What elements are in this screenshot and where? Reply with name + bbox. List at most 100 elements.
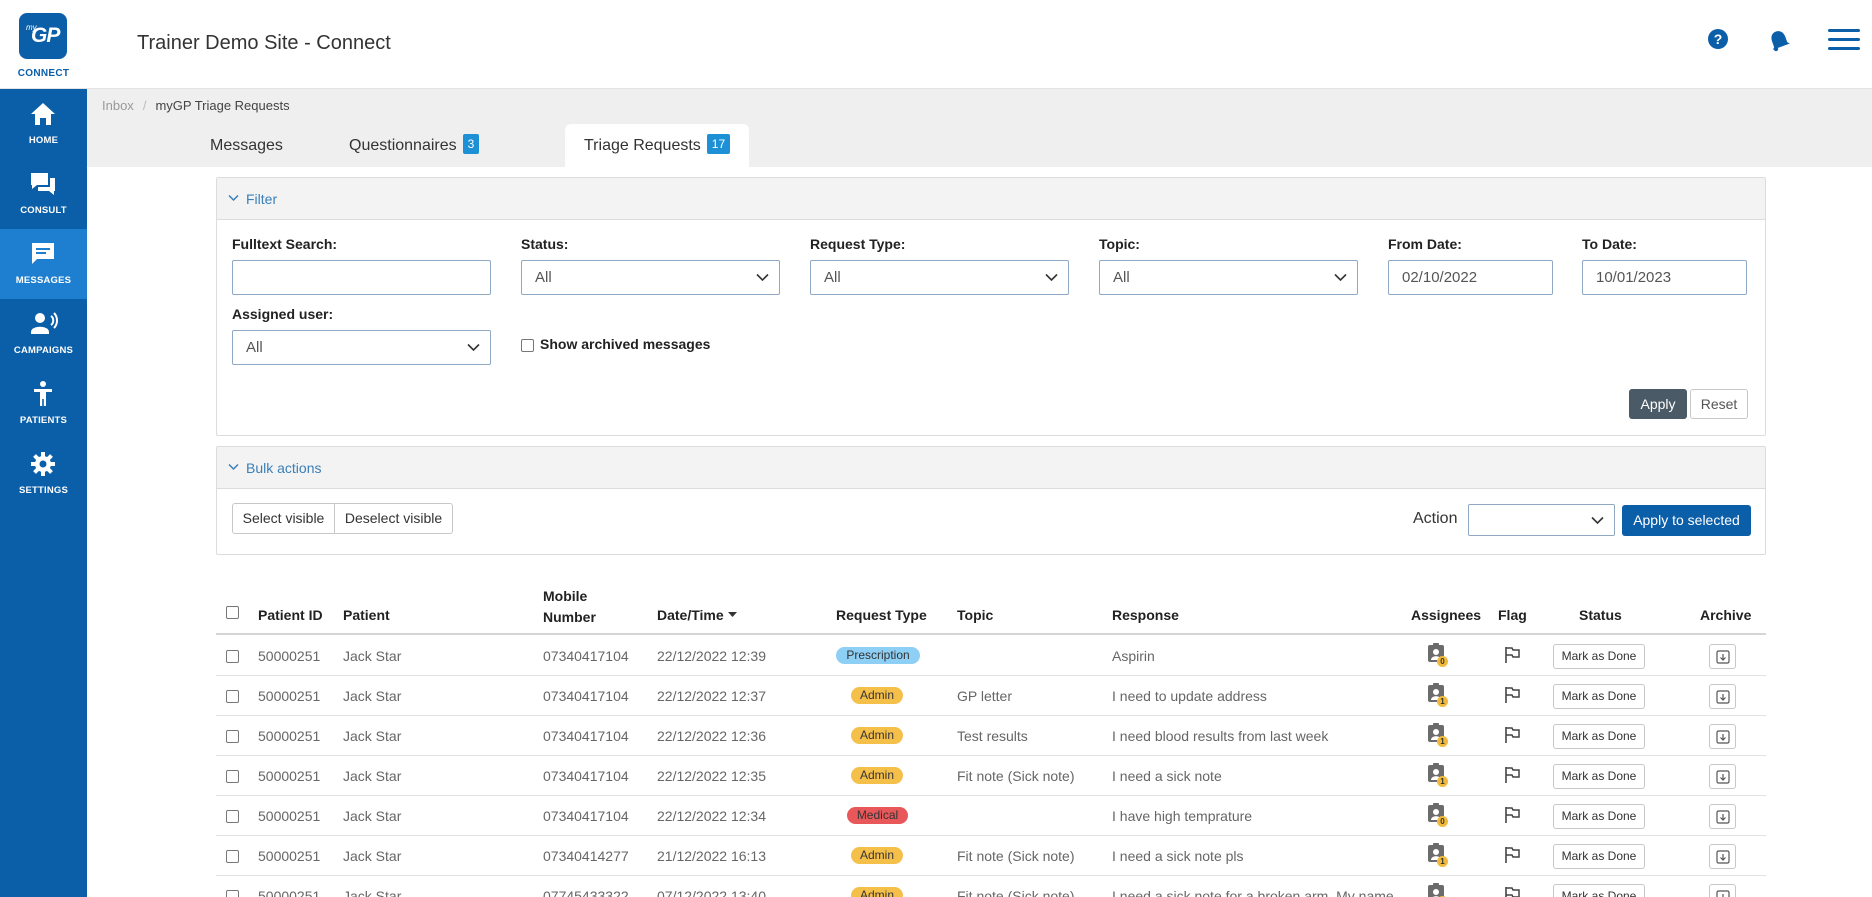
- row-checkbox[interactable]: [226, 810, 239, 823]
- deselect-visible-button[interactable]: Deselect visible: [335, 503, 453, 534]
- breadcrumb: Inbox / myGP Triage Requests: [102, 98, 290, 113]
- reset-filter-button[interactable]: Reset: [1690, 389, 1748, 419]
- flag-icon[interactable]: [1503, 806, 1521, 824]
- select-visible-button[interactable]: Select visible: [232, 503, 335, 534]
- mark-as-done-button[interactable]: Mark as Done: [1553, 764, 1645, 789]
- assignee-icon[interactable]: 0: [1426, 643, 1450, 667]
- datetime-cell: 21/12/2022 16:13: [657, 848, 766, 864]
- fulltext-search-input[interactable]: [232, 260, 491, 295]
- assignee-icon[interactable]: 0: [1426, 803, 1450, 827]
- response-cell[interactable]: I have high temprature: [1112, 808, 1252, 824]
- assignee-icon[interactable]: 1: [1426, 883, 1450, 897]
- bell-icon[interactable]: [1766, 28, 1794, 56]
- sidebar-item-label: MESSAGES: [15, 275, 72, 286]
- person-icon: [34, 381, 52, 406]
- datetime-cell: 07/12/2022 13:40: [657, 888, 766, 897]
- archive-button[interactable]: [1709, 884, 1736, 897]
- patient-name-cell[interactable]: Jack Star: [343, 728, 401, 744]
- tab-triage-requests[interactable]: Triage Requests 17: [565, 124, 750, 167]
- topic-select[interactable]: All: [1099, 260, 1358, 295]
- tab-messages[interactable]: Messages: [191, 124, 302, 167]
- gear-icon: [31, 452, 55, 476]
- home-icon: [31, 103, 55, 125]
- flag-icon[interactable]: [1503, 686, 1521, 704]
- sidebar-item-campaigns[interactable]: CAMPAIGNS: [0, 299, 87, 369]
- filter-panel-header[interactable]: Filter: [217, 178, 1765, 220]
- response-cell[interactable]: I need a sick note for a broken arm. My …: [1112, 888, 1394, 897]
- archive-button[interactable]: [1709, 844, 1736, 869]
- show-archived-checkbox[interactable]: [521, 339, 534, 352]
- row-checkbox[interactable]: [226, 730, 239, 743]
- patient-name-cell[interactable]: Jack Star: [343, 768, 401, 784]
- assignee-icon[interactable]: 1: [1426, 763, 1450, 787]
- assigned-user-select[interactable]: All: [232, 330, 491, 365]
- select-all-checkbox[interactable]: [226, 606, 239, 619]
- help-circle-icon[interactable]: ?: [1707, 28, 1735, 56]
- mark-as-done-button[interactable]: Mark as Done: [1553, 884, 1645, 897]
- sidebar-item-consult[interactable]: CONSULT: [0, 159, 87, 229]
- row-checkbox[interactable]: [226, 890, 239, 897]
- archive-button[interactable]: [1709, 764, 1736, 789]
- patient-name-cell[interactable]: Jack Star: [343, 648, 401, 664]
- row-divider: [216, 755, 1766, 756]
- flag-icon[interactable]: [1503, 886, 1521, 897]
- patient-name-cell[interactable]: Jack Star: [343, 688, 401, 704]
- patient-name-cell[interactable]: Jack Star: [343, 888, 401, 897]
- flag-icon[interactable]: [1503, 646, 1521, 664]
- column-header-datetime[interactable]: Date/Time: [657, 607, 737, 623]
- apply-filter-button[interactable]: Apply: [1629, 389, 1687, 419]
- from-date-input[interactable]: 02/10/2022: [1388, 260, 1553, 295]
- mark-as-done-button[interactable]: Mark as Done: [1553, 844, 1645, 869]
- top-header: my GP CONNECT Trainer Demo Site - Connec…: [0, 0, 1872, 89]
- mark-as-done-button[interactable]: Mark as Done: [1553, 644, 1645, 669]
- logo[interactable]: my GP CONNECT: [0, 0, 87, 89]
- assignee-count-badge: 0: [1437, 656, 1448, 667]
- mark-as-done-button[interactable]: Mark as Done: [1553, 724, 1645, 749]
- row-checkbox[interactable]: [226, 770, 239, 783]
- response-cell[interactable]: I need blood results from last week: [1112, 728, 1328, 744]
- request-type-select[interactable]: All: [810, 260, 1069, 295]
- response-cell[interactable]: I need a sick note: [1112, 768, 1222, 784]
- patient-name-cell[interactable]: Jack Star: [343, 848, 401, 864]
- flag-icon[interactable]: [1503, 726, 1521, 744]
- chevron-down-icon: [228, 463, 239, 471]
- archive-button[interactable]: [1709, 804, 1736, 829]
- datetime-cell: 22/12/2022 12:39: [657, 648, 766, 664]
- to-date-input[interactable]: 10/01/2023: [1582, 260, 1747, 295]
- sidebar-item-home[interactable]: HOME: [0, 89, 87, 159]
- bulk-actions-header[interactable]: Bulk actions: [217, 447, 1765, 489]
- row-checkbox[interactable]: [226, 650, 239, 663]
- response-cell[interactable]: I need a sick note pls: [1112, 848, 1244, 864]
- sort-desc-icon: [727, 612, 737, 617]
- status-select[interactable]: All: [521, 260, 780, 295]
- sidebar-item-patients[interactable]: PATIENTS: [0, 369, 87, 439]
- patient-name-cell[interactable]: Jack Star: [343, 808, 401, 824]
- assignee-icon[interactable]: 1: [1426, 723, 1450, 747]
- flag-icon[interactable]: [1503, 766, 1521, 784]
- response-cell[interactable]: Aspirin: [1112, 648, 1155, 664]
- action-select[interactable]: [1468, 504, 1615, 536]
- response-cell[interactable]: I need to update address: [1112, 688, 1267, 704]
- tab-questionnaires[interactable]: Questionnaires 3: [330, 124, 498, 167]
- breadcrumb-inbox[interactable]: Inbox: [102, 98, 134, 113]
- show-archived-label[interactable]: Show archived messages: [540, 336, 710, 352]
- hamburger-menu-icon[interactable]: [1828, 27, 1860, 55]
- request-type-badge: Medical: [847, 807, 908, 824]
- sidebar-item-settings[interactable]: SETTINGS: [0, 439, 87, 509]
- mark-as-done-button[interactable]: Mark as Done: [1553, 804, 1645, 829]
- archive-button[interactable]: [1709, 644, 1736, 669]
- row-checkbox[interactable]: [226, 850, 239, 863]
- request-type-badge: Admin: [851, 727, 903, 744]
- row-checkbox[interactable]: [226, 690, 239, 703]
- sidebar-item-messages[interactable]: MESSAGES: [0, 229, 87, 299]
- archive-button[interactable]: [1709, 684, 1736, 709]
- assignee-icon[interactable]: 1: [1426, 683, 1450, 707]
- datetime-cell: 22/12/2022 12:37: [657, 688, 766, 704]
- chevron-down-icon: [1045, 273, 1058, 282]
- flag-icon[interactable]: [1503, 846, 1521, 864]
- apply-to-selected-button[interactable]: Apply to selected: [1622, 505, 1751, 536]
- mark-as-done-button[interactable]: Mark as Done: [1553, 684, 1645, 709]
- assignee-icon[interactable]: 1: [1426, 843, 1450, 867]
- topic-cell: Fit note (Sick note): [957, 888, 1075, 897]
- archive-button[interactable]: [1709, 724, 1736, 749]
